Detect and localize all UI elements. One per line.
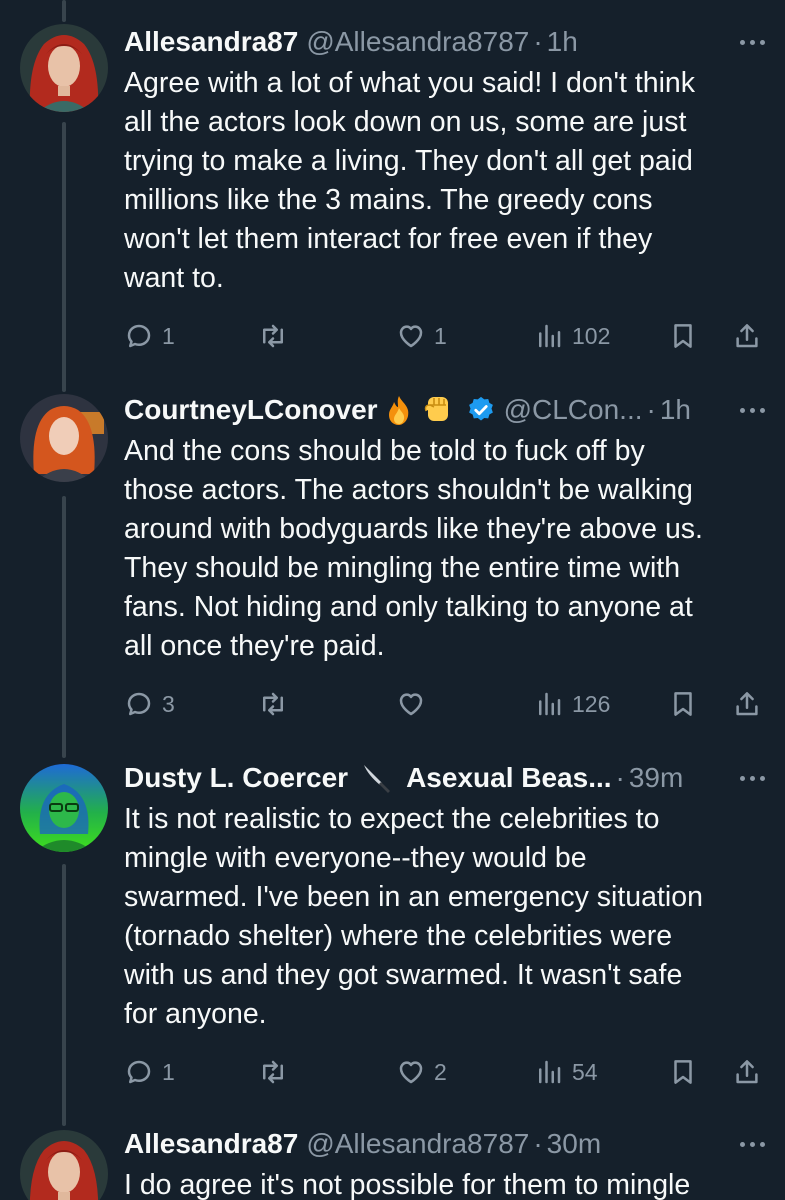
avatar-image [20, 394, 108, 482]
avatar-image [20, 764, 108, 852]
display-name[interactable]: Allesandra87 [124, 20, 298, 64]
user-handle[interactable]: @CLCon... [504, 388, 643, 432]
tweet-header: Allesandra87 @Allesandra8787 · 1h [124, 20, 765, 64]
retweet-icon [263, 324, 283, 348]
tweet-header: Allesandra87 @Allesandra8787 · 30m [124, 1122, 765, 1166]
user-handle[interactable]: @Allesandra8787 [306, 20, 529, 64]
view-count: 126 [572, 690, 611, 717]
separator: · [615, 762, 625, 793]
views-icon [539, 692, 561, 716]
share-icon [736, 1060, 758, 1084]
knife-emoji [360, 761, 394, 795]
reply-count: 3 [162, 690, 175, 717]
tweet-text: It is not realistic to expect the celebr… [124, 803, 703, 1030]
retweet-button[interactable] [258, 1052, 288, 1092]
display-name[interactable]: Allesandra87 [124, 1122, 298, 1166]
views-icon [539, 324, 561, 348]
bookmark-button[interactable] [668, 1052, 698, 1092]
fire-emoji [384, 394, 414, 426]
tweet-actions: 3 126 [124, 684, 765, 724]
tweet-actions: 1 1 102 [124, 316, 765, 356]
heart-icon [399, 1061, 423, 1084]
more-options-icon[interactable] [725, 1132, 765, 1156]
avatar-image [20, 24, 108, 112]
retweet-button[interactable] [258, 684, 288, 724]
tweet-thread: Allesandra87 @Allesandra8787 · 1h Agree … [0, 0, 785, 1200]
view-count: 54 [572, 1058, 598, 1085]
bookmark-button[interactable] [668, 316, 698, 356]
tweet-text: And the cons should be told to fuck off … [124, 435, 703, 662]
reply-icon [127, 692, 151, 716]
thread-line [62, 122, 66, 392]
like-button[interactable]: 2 [396, 1052, 447, 1092]
user-handle[interactable]: @Allesandra8787 [306, 1122, 529, 1166]
like-button[interactable]: 1 [396, 316, 447, 356]
reply-icon [127, 1060, 151, 1084]
tweet-actions: 1 2 54 [124, 1052, 765, 1092]
separator: · [533, 26, 543, 57]
display-name-suffix[interactable]: Asexual Beas... [406, 756, 611, 800]
views-button[interactable]: 102 [534, 316, 610, 356]
raised-fist-emoji [422, 393, 454, 427]
tweet-text: I do agree it's not possible for them to… [124, 1169, 691, 1200]
thread-line [62, 496, 66, 758]
display-name[interactable]: CourtneyLConover [124, 388, 378, 432]
avatar[interactable] [20, 1130, 108, 1200]
bookmark-icon [674, 324, 692, 348]
reply-count: 1 [162, 322, 175, 349]
tweet-header: Dusty L. Coercer Asexual Beas... · 39m [124, 756, 765, 800]
reply-button[interactable]: 1 [124, 316, 175, 356]
heart-icon [399, 325, 423, 348]
share-button[interactable] [732, 316, 762, 356]
thread-line [62, 864, 66, 1126]
separator: · [533, 1128, 543, 1159]
reply-button[interactable]: 1 [124, 1052, 175, 1092]
avatar[interactable] [20, 24, 108, 112]
share-button[interactable] [732, 1052, 762, 1092]
timestamp[interactable]: 30m [547, 1122, 601, 1166]
tweet-text: Agree with a lot of what you said! I don… [124, 67, 696, 294]
share-button[interactable] [732, 684, 762, 724]
share-icon [736, 324, 758, 348]
timestamp[interactable]: 1h [547, 20, 578, 64]
retweet-icon [263, 692, 283, 716]
separator: · [646, 394, 656, 425]
bookmark-button[interactable] [668, 684, 698, 724]
avatar-image [20, 1130, 108, 1200]
bookmark-icon [674, 1060, 692, 1084]
reply-count: 1 [162, 1058, 175, 1085]
views-icon [539, 1060, 561, 1084]
share-icon [736, 692, 758, 716]
thread-line [62, 0, 66, 22]
like-count: 2 [434, 1058, 447, 1085]
tweet-header: CourtneyLConover @CLCon... · 1h [124, 388, 765, 432]
bookmark-icon [674, 692, 692, 716]
more-options-icon[interactable] [725, 30, 765, 54]
view-count: 102 [572, 322, 611, 349]
retweet-icon [263, 1060, 283, 1084]
more-options-icon[interactable] [725, 766, 765, 790]
like-count: 1 [434, 322, 447, 349]
like-button[interactable] [396, 684, 426, 724]
verified-badge-icon [466, 395, 496, 425]
avatar[interactable] [20, 764, 108, 852]
timestamp[interactable]: 1h [660, 388, 691, 432]
timestamp[interactable]: 39m [629, 756, 683, 800]
views-button[interactable]: 54 [534, 1052, 598, 1092]
views-button[interactable]: 126 [534, 684, 610, 724]
display-name[interactable]: Dusty L. Coercer [124, 756, 348, 800]
heart-icon [399, 693, 423, 716]
reply-button[interactable]: 3 [124, 684, 175, 724]
retweet-button[interactable] [258, 316, 288, 356]
avatar[interactable] [20, 394, 108, 482]
reply-icon [127, 324, 151, 348]
more-options-icon[interactable] [725, 398, 765, 422]
